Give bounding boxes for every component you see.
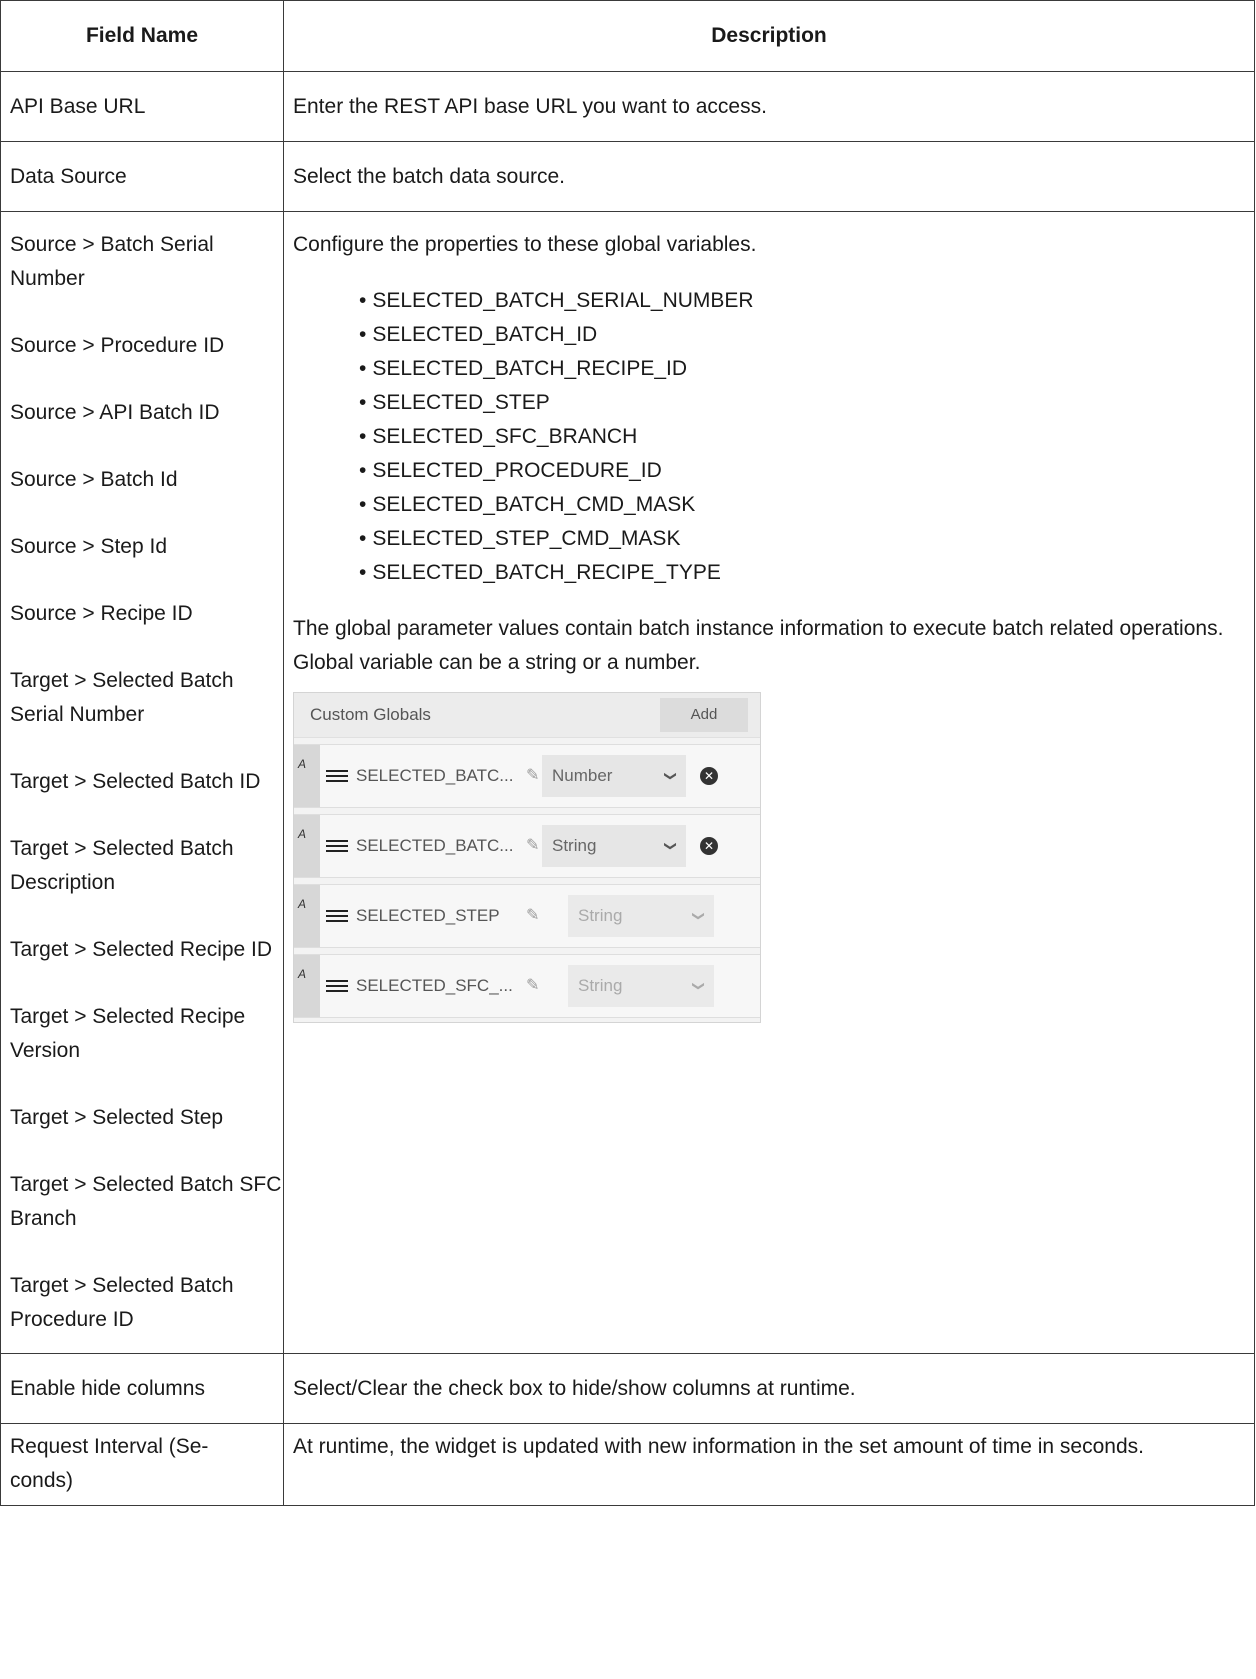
desc-hide-columns: Select/Clear the check box to hide/show … [283, 1353, 1255, 1424]
chevron-down-icon: ❯ [691, 910, 706, 922]
custom-global-row: A SELECTED_BATC... ✎ Number ❯ ✕ [294, 744, 760, 808]
global-type-value: String [578, 906, 623, 925]
drag-handle-icon[interactable] [326, 840, 348, 852]
add-global-button[interactable]: Add [660, 698, 748, 732]
global-variable-item: SELECTED_BATCH_RECIPE_ID [359, 352, 1254, 386]
custom-global-row: A SELECTED_STEP ✎ String ❯ [294, 884, 760, 948]
table-row: Source > Batch Serial Number Source > Pro… [0, 211, 1255, 1354]
globals-list: SELECTED_BATCH_SERIAL_NUMBERSELECTED_BAT… [359, 284, 1254, 590]
mapping-paragraph: The global parameter values contain batc… [293, 617, 1224, 674]
row-type-badge: A [294, 885, 320, 947]
global-variable-item: SELECTED_BATCH_CMD_MASK [359, 488, 1254, 522]
drag-handle-icon[interactable] [326, 770, 348, 782]
header-description: Description [283, 0, 1255, 72]
field-description-table: Field Name Description API Base URL Ente… [0, 0, 1255, 1506]
global-variable-item: SELECTED_STEP_CMD_MASK [359, 522, 1254, 556]
global-type-select[interactable]: Number ❯ [542, 755, 686, 797]
remove-icon[interactable]: ✕ [700, 837, 718, 855]
drag-handle-icon[interactable] [326, 910, 348, 922]
table-row: API Base URL Enter the REST API base URL… [0, 71, 1255, 142]
field-request-interval: Request Interval (Se- conds) [0, 1423, 284, 1506]
custom-globals-title: Custom Globals [310, 705, 431, 724]
custom-globals-rows: A SELECTED_BATC... ✎ Number ❯ ✕ A SELECTED_BATC… [294, 744, 760, 1018]
global-variable-item: SELECTED_BATCH_ID [359, 318, 1254, 352]
global-variable-item: SELECTED_SFC_BRANCH [359, 420, 1254, 454]
mapping-field-item: Target > Selected Batch Serial Number [10, 669, 234, 726]
global-variable-item: SELECTED_PROCEDURE_ID [359, 454, 1254, 488]
edit-pencil-icon[interactable]: ✎ [526, 969, 550, 1003]
mapping-field-item: Target > Selected Batch Description [10, 837, 234, 894]
table-header-row: Field Name Description [0, 0, 1255, 72]
custom-globals-header: Custom Globals Add [294, 693, 760, 738]
mapping-field-item: Source > Batch Id [10, 468, 178, 491]
mapping-field-item: Source > Batch Serial Number [10, 233, 214, 290]
global-type-select[interactable]: String ❯ [568, 965, 714, 1007]
row-type-badge-label: A [298, 967, 307, 981]
desc-mapping: Configure the properties to these global… [283, 211, 1255, 1354]
mapping-field-item: Target > Selected Batch SFC Branch [10, 1173, 282, 1230]
field-hide-columns: Enable hide columns [0, 1353, 284, 1424]
global-name: SELECTED_BATC... [356, 766, 514, 785]
global-type-value: Number [552, 766, 613, 785]
desc-api-base-url: Enter the REST API base URL you want to … [283, 71, 1255, 142]
global-name: SELECTED_BATC... [356, 836, 514, 855]
global-type-value: String [578, 976, 623, 995]
custom-global-row: A SELECTED_BATC... ✎ String ❯ ✕ [294, 814, 760, 878]
edit-pencil-icon[interactable]: ✎ [526, 899, 550, 933]
mapping-field-item: Target > Selected Recipe Version [10, 1005, 246, 1062]
desc-request-interval: At runtime, the widget is updated with n… [283, 1423, 1255, 1506]
table-row: Data Source Select the batch data source… [0, 141, 1255, 212]
global-name: SELECTED_SFC_... [356, 976, 513, 995]
mapping-field-item: Target > Selected Recipe ID [10, 938, 273, 961]
row-type-badge: A [294, 815, 320, 877]
global-type-value: String [552, 836, 597, 855]
row-type-badge: A [294, 955, 320, 1017]
mapping-field-item: Target > Selected Batch Procedure ID [10, 1274, 234, 1331]
mapping-intro: Configure the properties to these global… [293, 233, 757, 256]
global-variable-item: SELECTED_BATCH_RECIPE_TYPE [359, 556, 1254, 590]
row-type-badge-label: A [298, 827, 307, 841]
global-type-select[interactable]: String ❯ [542, 825, 686, 867]
mapping-field-item: Source > Recipe ID [10, 602, 193, 625]
field-api-base-url: API Base URL [0, 71, 284, 142]
mapping-field-item: Source > Step Id [10, 535, 168, 558]
custom-globals-panel: Custom Globals Add A SELECTED_BATC... ✎ Num… [293, 692, 761, 1023]
mapping-field-item: Target > Selected Step [10, 1106, 224, 1129]
global-type-select[interactable]: String ❯ [568, 895, 714, 937]
global-variable-item: SELECTED_STEP [359, 386, 1254, 420]
field-data-source: Data Source [0, 141, 284, 212]
field-request-interval-line1: Request Interval (Se- [10, 1435, 209, 1458]
global-variable-item: SELECTED_BATCH_SERIAL_NUMBER [359, 284, 1254, 318]
drag-handle-icon[interactable] [326, 980, 348, 992]
field-mapping-list: Source > Batch Serial Number Source > Pro… [0, 211, 284, 1354]
mapping-field-item: Target > Selected Batch ID [10, 770, 261, 793]
remove-icon[interactable]: ✕ [700, 767, 718, 785]
row-type-badge-label: A [298, 897, 307, 911]
field-request-interval-line2: conds) [10, 1469, 74, 1492]
mapping-field-item: Source > API Batch ID [10, 401, 220, 424]
chevron-down-icon: ❯ [663, 770, 678, 782]
row-type-badge-label: A [298, 757, 307, 771]
table-row: Request Interval (Se- conds) At runtime,… [0, 1423, 1255, 1506]
mapping-field-item: Source > Procedure ID [10, 334, 225, 357]
header-field-name: Field Name [0, 0, 284, 72]
chevron-down-icon: ❯ [663, 840, 678, 852]
chevron-down-icon: ❯ [691, 980, 706, 992]
custom-global-row: A SELECTED_SFC_... ✎ String ❯ [294, 954, 760, 1018]
row-type-badge: A [294, 745, 320, 807]
global-name: SELECTED_STEP [356, 906, 500, 925]
desc-data-source: Select the batch data source. [283, 141, 1255, 212]
mapping-fields: Source > Batch Serial Number Source > Pro… [10, 228, 283, 1337]
table-row: Enable hide columns Select/Clear the che… [0, 1353, 1255, 1424]
